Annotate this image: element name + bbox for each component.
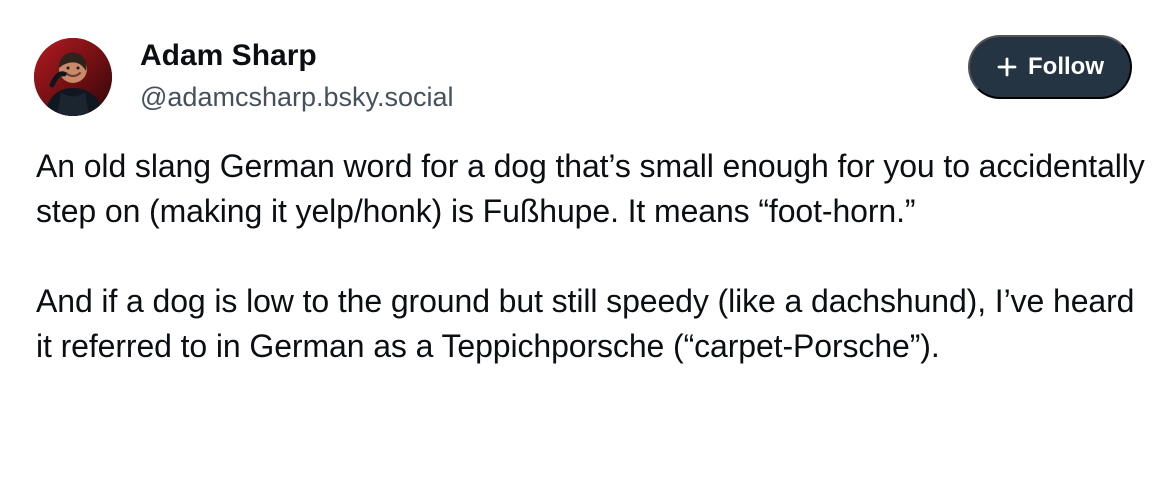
profile-photo-icon: [34, 38, 112, 116]
post-text: An old slang German word for a dog that’…: [36, 144, 1146, 369]
author-handle[interactable]: @adamcsharp.bsky.social: [140, 80, 454, 114]
social-post-card: Adam Sharp @adamcsharp.bsky.social Follo…: [0, 0, 1168, 490]
post-paragraph-1: An old slang German word for a dog that’…: [36, 148, 1145, 229]
author-display-name[interactable]: Adam Sharp: [140, 38, 317, 74]
author-avatar[interactable]: [34, 38, 112, 116]
follow-button[interactable]: Follow: [968, 35, 1132, 99]
post-paragraph-2: And if a dog is low to the ground but st…: [36, 283, 1135, 364]
follow-button-label: Follow: [1028, 53, 1104, 80]
plus-icon: [997, 57, 1017, 77]
